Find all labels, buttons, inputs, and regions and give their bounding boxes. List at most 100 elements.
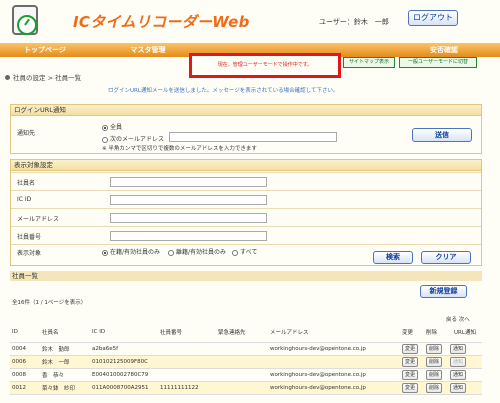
filter-row-name: 社員名 — [11, 172, 481, 190]
sitemap-button[interactable]: サイトマップ表示 — [343, 57, 395, 68]
cell-edit: 変更 — [400, 381, 424, 395]
notice-message: ログインURL通知メールを送信しました。メッセージを表示されている場合確認して下… — [108, 88, 339, 94]
cell-id: 0004 — [10, 342, 40, 356]
col-url-notify: URL通知 — [448, 322, 482, 343]
cell-employee-number — [158, 342, 216, 356]
employee-number-input[interactable] — [110, 231, 267, 241]
filter-row-ic: IC ID — [11, 190, 481, 208]
logout-button[interactable]: ログアウト — [408, 10, 458, 26]
nav-safety-confirmation[interactable]: 安否確認 — [322, 43, 500, 57]
cell-ic-id: 010102125009F80C — [90, 355, 158, 369]
cell-edit: 変更 — [400, 342, 424, 356]
delete-button[interactable]: 削除 — [426, 356, 443, 367]
employee-list-title: 社員一覧 — [10, 271, 482, 281]
col-name: 社員名 — [40, 322, 90, 343]
option-all[interactable]: 全員 — [102, 122, 122, 131]
display-target-label: 表示対象 — [17, 250, 42, 257]
cell-employee-number — [158, 355, 216, 369]
table-row: 0006 鈴木 一郎 010102125009F80C 変更 削除 通知 — [10, 355, 482, 369]
cell-notify: 通知 — [448, 368, 482, 382]
radio-active-icon[interactable] — [102, 249, 108, 256]
employee-table: ID 社員名 IC ID 社員番号 緊急連絡先 メールアドレス 変更 削除 UR… — [10, 322, 482, 395]
delete-button[interactable]: 削除 — [426, 343, 443, 354]
option-address[interactable]: 次のメールアドレス — [102, 134, 164, 143]
clear-button[interactable]: クリア — [421, 251, 471, 264]
radio-address-icon[interactable] — [102, 136, 108, 143]
cell-email — [268, 355, 400, 369]
breadcrumb-text: 社員の設定 > 社員一覧 — [13, 74, 82, 82]
cell-notify: 通知 — [448, 342, 482, 356]
edit-button[interactable]: 変更 — [402, 343, 419, 354]
display-option-active[interactable]: 在籍/有効社員のみ — [102, 247, 160, 256]
cell-email: workinghours-dev@opentone.co.jp — [268, 342, 400, 356]
cell-ic-id: 011A0008700A2951 — [90, 381, 158, 395]
new-register-button[interactable]: 新規登録 — [420, 285, 467, 298]
notify-button[interactable]: 通知 — [450, 369, 467, 380]
table-row: 0004 鈴木 勤郎 a2ba6e5f workinghours-dev@ope… — [10, 342, 482, 356]
display-option-all[interactable]: すべて — [232, 247, 257, 256]
employee-name-input[interactable] — [110, 177, 267, 187]
edit-button[interactable]: 変更 — [402, 382, 419, 393]
send-button[interactable]: 送信 — [412, 128, 472, 142]
display-filter-panel-title: 表示対象設定 — [11, 160, 481, 171]
notify-button[interactable]: 通知 — [450, 343, 467, 354]
col-email: メールアドレス — [268, 322, 400, 343]
col-emergency-contact: 緊急連絡先 — [216, 322, 268, 343]
nav-top-page[interactable]: トップページ — [0, 43, 90, 57]
search-button[interactable]: 検索 — [373, 251, 413, 264]
edit-button[interactable]: 変更 — [402, 369, 419, 380]
cell-edit: 変更 — [400, 368, 424, 382]
current-user-label: ユーザー：鈴木 一郎 — [319, 18, 389, 26]
email-input[interactable] — [110, 213, 267, 223]
table-row: 0008 香 恭々 E004010002780C79 workinghours-… — [10, 368, 482, 382]
cell-name: 鈴木 一郎 — [40, 355, 90, 369]
result-count: 全16件（1 / 1ページを表示） — [12, 300, 87, 306]
col-ic-id: IC ID — [90, 322, 158, 343]
cell-edit: 変更 — [400, 355, 424, 369]
display-option-active-label: 在籍/有効社員のみ — [110, 249, 161, 256]
switch-user-mode-button[interactable]: 一般ユーザーモードに切替 — [399, 57, 477, 68]
app-title: ICタイムリコーダーWeb — [73, 13, 250, 31]
cell-delete: 削除 — [424, 355, 448, 369]
cell-name: 鈴木 勤郎 — [40, 342, 90, 356]
display-option-all-label: すべて — [240, 249, 258, 256]
table-header-row: ID 社員名 IC ID 社員番号 緊急連絡先 メールアドレス 変更 削除 UR… — [10, 322, 482, 343]
cell-id: 0012 — [10, 381, 40, 395]
login-url-panel-title: ログインURL通知 — [11, 105, 481, 116]
cell-delete: 削除 — [424, 342, 448, 356]
col-delete: 削除 — [424, 322, 448, 343]
cell-name: 菜々鉢 紗印 — [40, 381, 90, 395]
radio-retired-icon[interactable] — [168, 249, 174, 256]
col-id: ID — [10, 322, 40, 343]
admin-mode-popup: 現在、管理ユーザーモードで操作中です。 — [189, 53, 341, 78]
delete-button[interactable]: 削除 — [426, 369, 443, 380]
display-option-retired[interactable]: 離籍/有効社員のみ — [168, 247, 226, 256]
notify-button[interactable]: 通知 — [450, 356, 467, 367]
cell-emergency-contact — [216, 368, 268, 382]
cell-email: workinghours-dev@opentone.co.jp — [268, 368, 400, 382]
employee-name-label: 社員名 — [17, 180, 36, 187]
cell-emergency-contact — [216, 342, 268, 356]
table-row: 0012 菜々鉢 紗印 011A0008700A2951 11111111122… — [10, 381, 482, 395]
cell-employee-number — [158, 368, 216, 382]
filter-row-number: 社員番号 — [11, 226, 481, 244]
cell-notify: 通知 — [448, 381, 482, 395]
clock-logo-icon — [12, 5, 38, 35]
ic-id-label: IC ID — [17, 196, 32, 203]
notify-button[interactable]: 通知 — [450, 382, 467, 393]
email-label: メールアドレス — [17, 216, 60, 223]
notify-email-input[interactable] — [169, 132, 337, 142]
breadcrumb: 社員の設定 > 社員一覧 — [5, 72, 81, 82]
option-address-label: 次のメールアドレス — [110, 136, 165, 143]
bullet-icon — [5, 75, 10, 80]
cell-ic-id: a2ba6e5f — [90, 342, 158, 356]
ic-id-input[interactable] — [110, 195, 267, 205]
option-all-label: 全員 — [110, 124, 123, 131]
app-header: ICタイムリコーダーWeb ユーザー：鈴木 一郎 ログアウト — [0, 0, 500, 42]
edit-button[interactable]: 変更 — [402, 356, 419, 367]
display-option-retired-label: 離籍/有効社員のみ — [176, 249, 227, 256]
employee-number-label: 社員番号 — [17, 234, 42, 241]
delete-button[interactable]: 削除 — [426, 382, 443, 393]
radio-all-display-icon[interactable] — [232, 249, 238, 256]
radio-all-icon[interactable] — [102, 124, 108, 131]
